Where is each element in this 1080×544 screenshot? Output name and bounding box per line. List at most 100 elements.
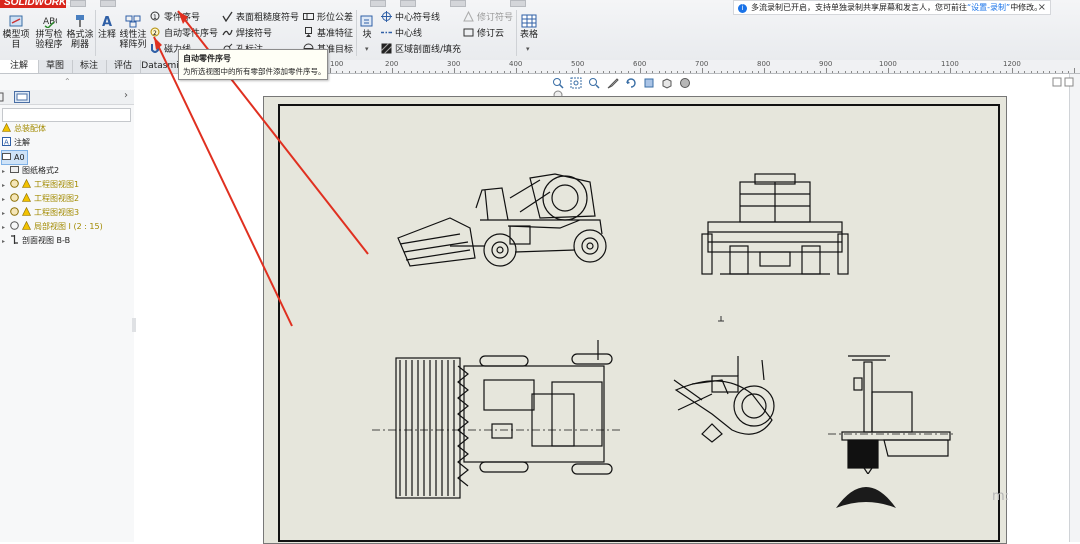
note-button[interactable]: A 注释 — [96, 14, 118, 54]
feature-manager-panel: ⌃ › 总装配体 A 注解 A0 ▸ 图纸格式2 ▸ 工程图视图1 ▸ 工程图视图2 ▸… — [0, 74, 135, 542]
panel-grip-icon[interactable]: ⌃ — [64, 77, 71, 86]
ruler-tick — [714, 71, 716, 73]
zoom-to-area-icon[interactable] — [570, 77, 582, 89]
quick-access-icon[interactable] — [70, 0, 86, 7]
quick-access-icon[interactable] — [400, 0, 416, 7]
ruler-tick — [633, 71, 635, 73]
expand-arrow-icon[interactable]: ▸ — [2, 179, 10, 192]
tab-sketch[interactable]: 草图 — [38, 60, 73, 73]
ruler-tick — [330, 68, 331, 73]
drawing-view-front-elevation[interactable] — [700, 172, 850, 280]
centerline-button[interactable]: 中心线 — [381, 27, 422, 41]
surface-finish-button[interactable]: 表面粗糙度符号 — [222, 11, 299, 25]
drawing-view-top-plan[interactable] — [372, 338, 622, 500]
quick-access-icon[interactable] — [370, 0, 386, 7]
ruler-tick — [664, 71, 666, 73]
format-painter-button[interactable]: 格式涂 刷器 — [66, 14, 94, 54]
drawing-view-detail[interactable] — [672, 350, 782, 446]
drawing-view-side-elevation[interactable] — [390, 168, 625, 278]
quick-access-icon[interactable] — [100, 0, 116, 7]
area-hatch-button[interactable]: 区域剖面线/填充 — [381, 43, 461, 57]
tree-item-section-view[interactable]: ▸ 剖面视图 B-B — [2, 234, 70, 247]
tree-item-drawing-view-2[interactable]: ▸ 工程图视图2 — [2, 192, 79, 205]
ruler-tick — [646, 71, 648, 73]
tree-filter-input[interactable] — [2, 108, 131, 122]
model-items-button[interactable]: 模型项 目 — [2, 14, 30, 54]
ruler-tick — [373, 71, 375, 73]
ruler-tick — [590, 71, 592, 73]
close-icon[interactable]: × — [1038, 1, 1046, 14]
vertical-scrollbar[interactable] — [1069, 74, 1080, 542]
quick-access-icon[interactable] — [510, 0, 526, 7]
tree-item-detail-view[interactable]: ▸ 局部视图 I (2 : 15) — [2, 220, 103, 233]
zoom-to-fit-icon[interactable] — [552, 77, 564, 89]
display-style-icon[interactable] — [643, 77, 655, 89]
ruler-tick — [671, 71, 672, 73]
tree-item-sheet-format[interactable]: ▸ 图纸格式2 — [2, 164, 59, 177]
drawing-view-section-b-b[interactable] — [828, 350, 956, 474]
auto-balloon-icon: 2 — [150, 27, 160, 37]
quick-access-icon[interactable] — [450, 0, 466, 7]
drawing-view-icon — [10, 179, 19, 188]
balloon-button[interactable]: 1 零件序号 — [150, 11, 200, 25]
chevron-right-icon[interactable]: › — [124, 90, 128, 101]
expand-arrow-icon[interactable]: ▸ — [2, 165, 10, 178]
ruler-tick — [478, 71, 480, 73]
tree-item-annotations[interactable]: A 注解 — [2, 136, 30, 149]
ruler-tick — [1055, 71, 1057, 73]
recording-settings-link[interactable]: “设置-录制” — [967, 3, 1010, 12]
ruler-tick — [795, 71, 796, 73]
tab-markup[interactable]: 标注 — [72, 60, 107, 73]
previous-view-icon[interactable] — [588, 77, 600, 89]
expand-arrow-icon[interactable]: ▸ — [2, 193, 10, 206]
spell-checker-button[interactable]: ABC 拼写检 验程序 — [34, 14, 64, 54]
tree-item-sheet-a0[interactable]: A0 — [1, 150, 28, 165]
expand-arrow-icon[interactable]: ▸ — [2, 235, 10, 248]
property-manager-tab-icon[interactable] — [14, 91, 30, 103]
ruler-tick — [912, 71, 914, 73]
ruler-tick — [788, 71, 790, 73]
view-orientation-icon[interactable] — [661, 77, 673, 89]
revision-symbol-button[interactable]: 修订符号 — [463, 11, 513, 25]
ruler-tick — [571, 71, 573, 73]
ruler-tick — [354, 71, 356, 73]
section-view-icon[interactable] — [679, 77, 691, 89]
center-mark-button[interactable]: 中心符号线 — [381, 11, 440, 25]
drawing-view-icon — [10, 207, 19, 216]
tree-item-assembly[interactable]: 总装配体 — [2, 122, 46, 135]
geometric-tolerance-button[interactable]: 形位公差 — [303, 11, 353, 25]
weld-symbol-icon — [222, 29, 233, 36]
weld-symbol-button[interactable]: 焊接符号 — [222, 27, 272, 41]
note-pattern-icon — [125, 15, 141, 28]
ruler-tick — [739, 71, 741, 73]
chevron-down-icon[interactable]: ▾ — [365, 45, 369, 53]
svg-text:2: 2 — [153, 30, 157, 37]
tree-item-drawing-view-1[interactable]: ▸ 工程图视图1 — [2, 178, 79, 191]
centerline-icon — [381, 31, 392, 34]
expand-arrow-icon[interactable]: ▸ — [2, 221, 10, 234]
magnet-icon — [151, 44, 159, 53]
tree-item-drawing-view-3[interactable]: ▸ 工程图视图3 — [2, 206, 79, 219]
expand-arrow-icon[interactable]: ▸ — [2, 207, 10, 220]
datum-feature-icon — [305, 27, 312, 37]
tab-datasmith[interactable]: Datasmi — [140, 60, 181, 73]
ruler-tick — [584, 71, 586, 73]
chevron-down-icon[interactable]: ▾ — [526, 45, 530, 53]
panel-splitter[interactable] — [132, 318, 136, 332]
rotate-icon[interactable] — [625, 77, 637, 89]
warning-icon — [22, 193, 31, 202]
feature-tree-tab-icon[interactable] — [0, 92, 5, 102]
table-icon — [521, 14, 537, 28]
svg-text:m:: m: — [992, 489, 1009, 504]
ruler-tick — [906, 71, 908, 73]
window-control-icons — [1052, 77, 1074, 87]
sketch-icon[interactable] — [607, 77, 619, 89]
restore-icon[interactable] — [1052, 77, 1062, 87]
auto-balloon-button[interactable]: 2 自动零件序号 — [150, 27, 218, 41]
tab-annotation[interactable]: 注解 — [0, 60, 39, 73]
datum-feature-button[interactable]: 基准特征 — [303, 27, 353, 41]
linear-note-pattern-button[interactable]: 线性注 释阵列 — [119, 14, 147, 54]
tile-icon[interactable] — [1064, 77, 1074, 87]
revision-cloud-button[interactable]: 修订云 — [463, 27, 504, 41]
tab-evaluate[interactable]: 评估 — [106, 60, 141, 73]
